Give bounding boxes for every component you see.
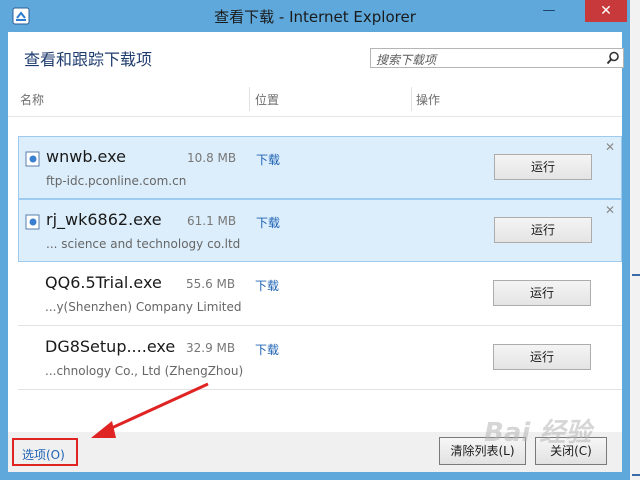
file-source: ... science and technology co.ltd bbox=[46, 237, 241, 251]
run-button[interactable]: 运行 bbox=[493, 280, 591, 306]
location-link[interactable]: 下载 bbox=[255, 341, 279, 358]
page-title: 查看和跟踪下载项 bbox=[24, 50, 153, 69]
close-icon[interactable]: ✕ bbox=[585, 0, 627, 22]
background-window-strip bbox=[630, 0, 640, 480]
download-row[interactable]: DG8Setup....exe 32.9 MB ...chnology Co.,… bbox=[18, 327, 622, 390]
download-row[interactable]: wnwb.exe 10.8 MB ftp-idc.pconline.com.cn… bbox=[18, 136, 622, 199]
ie-download-window: 查看下载 - Internet Explorer — ✕ 查看和跟踪下载项 搜索… bbox=[0, 0, 630, 480]
header-divider bbox=[8, 116, 622, 117]
download-row[interactable]: rj_wk6862.exe 61.1 MB ... science and te… bbox=[18, 199, 622, 262]
run-button[interactable]: 运行 bbox=[493, 344, 591, 370]
options-link[interactable]: 选项(O) bbox=[22, 446, 65, 463]
file-size: 55.6 MB bbox=[186, 277, 236, 291]
file-name: DG8Setup....exe bbox=[45, 337, 176, 356]
file-size: 32.9 MB bbox=[186, 341, 236, 355]
remove-icon[interactable]: ✕ bbox=[605, 203, 615, 217]
search-placeholder: 搜索下载项 bbox=[376, 53, 437, 67]
minimize-icon[interactable]: — bbox=[536, 0, 562, 22]
run-button[interactable]: 运行 bbox=[494, 154, 592, 180]
file-size: 61.1 MB bbox=[187, 214, 237, 228]
exe-file-icon bbox=[25, 151, 40, 167]
file-name: QQ6.5Trial.exe bbox=[45, 273, 162, 292]
column-header-action[interactable]: 操作 bbox=[416, 91, 440, 108]
location-link[interactable]: 下载 bbox=[256, 214, 280, 231]
title-bar: 查看下载 - Internet Explorer — ✕ bbox=[0, 0, 630, 32]
column-divider bbox=[249, 87, 250, 111]
download-row[interactable]: QQ6.5Trial.exe 55.6 MB ...y(Shenzhen) Co… bbox=[18, 263, 622, 326]
file-name: rj_wk6862.exe bbox=[46, 210, 162, 229]
location-link[interactable]: 下载 bbox=[255, 277, 279, 294]
column-divider bbox=[411, 87, 412, 111]
file-source: ...y(Shenzhen) Company Limited bbox=[45, 300, 242, 314]
watermark: Bai 经验 bbox=[484, 418, 592, 448]
search-input[interactable]: 搜索下载项 bbox=[370, 48, 624, 68]
background-mark bbox=[632, 474, 640, 476]
column-header-location[interactable]: 位置 bbox=[255, 91, 279, 108]
background-mark bbox=[632, 274, 640, 276]
location-link[interactable]: 下载 bbox=[256, 151, 280, 168]
exe-file-icon bbox=[25, 214, 40, 230]
remove-icon[interactable]: ✕ bbox=[605, 140, 615, 154]
file-size: 10.8 MB bbox=[187, 151, 237, 165]
file-source: ...chnology Co., Ltd (ZhengZhou) bbox=[45, 364, 244, 378]
run-button[interactable]: 运行 bbox=[494, 217, 592, 243]
column-header-name[interactable]: 名称 bbox=[20, 91, 44, 108]
search-icon[interactable] bbox=[606, 51, 620, 65]
file-name: wnwb.exe bbox=[46, 147, 126, 166]
download-manager-panel: 查看和跟踪下载项 搜索下载项 名称 位置 操作 wnwb.exe 10.8 MB… bbox=[8, 32, 624, 472]
file-source: ftp-idc.pconline.com.cn bbox=[46, 174, 187, 188]
